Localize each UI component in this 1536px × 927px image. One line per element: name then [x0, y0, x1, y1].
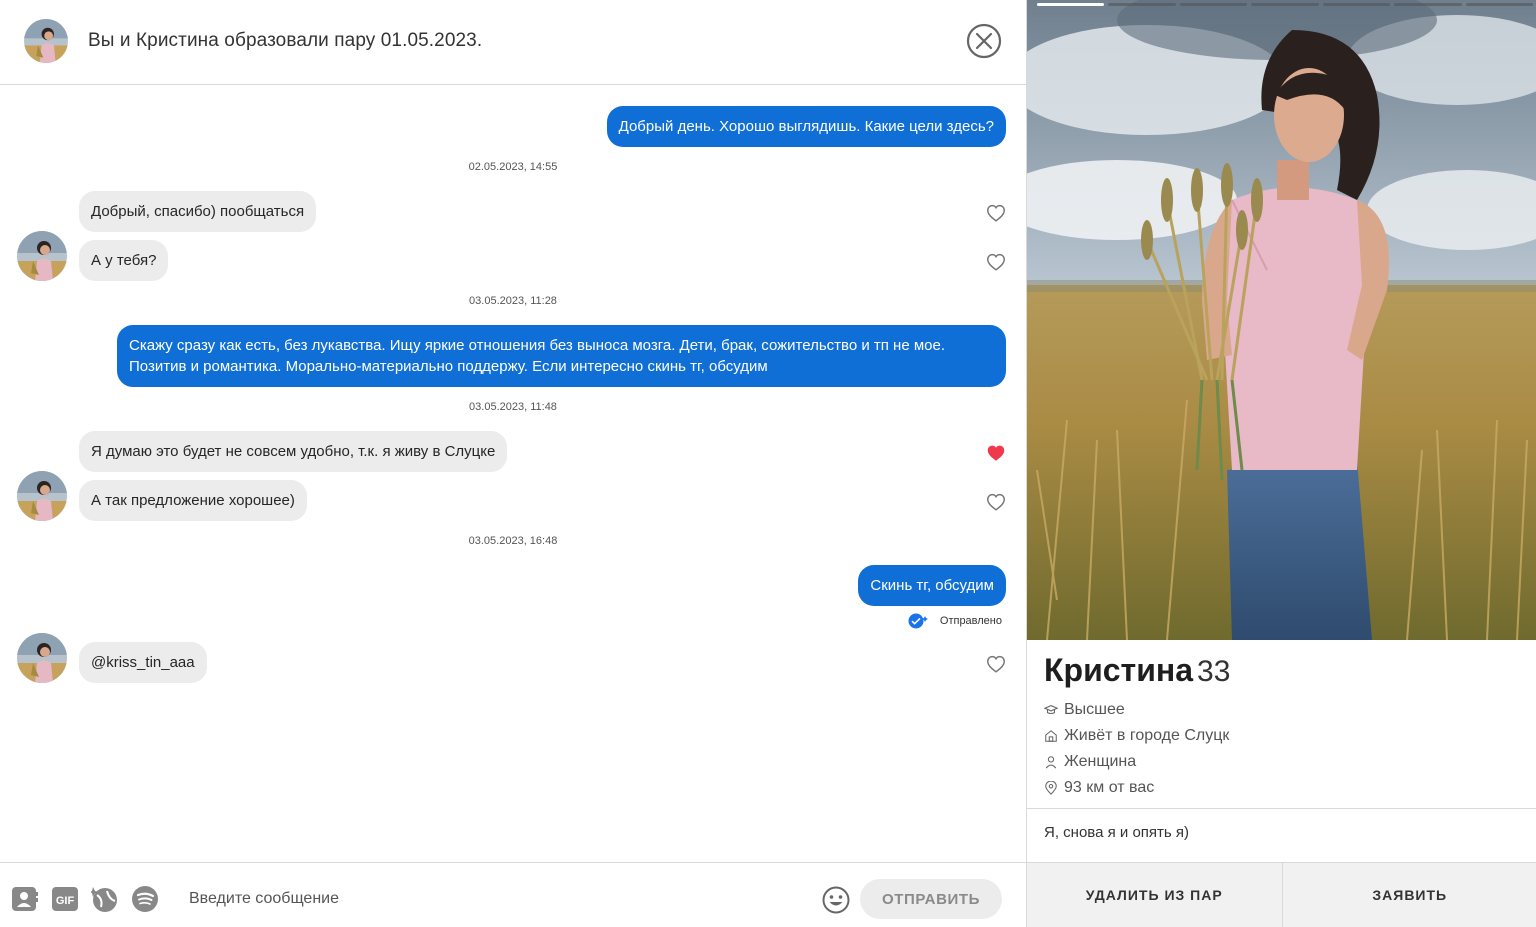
incoming-message[interactable]: Добрый, спасибо) пообщаться: [79, 191, 317, 232]
match-avatar[interactable]: [17, 633, 67, 683]
like-heart-icon[interactable]: [985, 251, 1007, 273]
photo-progress-segment[interactable]: [1465, 3, 1533, 6]
photo-progress-segment[interactable]: [1108, 3, 1176, 6]
delivery-status: Отправлено: [908, 613, 1002, 629]
profile-bio: Я, снова я и опять я): [1044, 824, 1189, 841]
profile-name: Кристина: [1044, 652, 1194, 688]
message-list[interactable]: Добрый день. Хорошо выглядишь. Какие цел…: [0, 86, 1026, 862]
timestamp: 02.05.2023, 14:55: [468, 161, 558, 173]
graduation-cap-icon: [1044, 705, 1058, 715]
outgoing-message[interactable]: Скинь тг, обсудим: [858, 565, 1006, 606]
profile-name-line: Кристина 33: [1044, 652, 1230, 689]
home-icon: [1045, 730, 1057, 742]
city-text: Живёт в городе Слуцк: [1064, 727, 1230, 744]
like-heart-icon[interactable]: [985, 653, 1007, 675]
timestamp: 03.05.2023, 16:48: [468, 535, 558, 547]
like-heart-icon[interactable]: [985, 491, 1007, 513]
education-text: Высшее: [1064, 701, 1125, 718]
timestamp: 03.05.2023, 11:28: [469, 295, 557, 307]
match-avatar[interactable]: [17, 231, 67, 281]
svg-text:GIF: GIF: [56, 895, 75, 907]
send-button[interactable]: ОТПРАВИТЬ: [860, 879, 1002, 919]
photo-progress-segment[interactable]: [1322, 3, 1391, 6]
chat-header: Вы и Кристина образовали пару 01.05.2023…: [0, 0, 1026, 85]
gender-text: Женщина: [1064, 753, 1137, 770]
incoming-message[interactable]: А так предложение хорошее): [79, 480, 307, 521]
incoming-message[interactable]: А у тебя?: [79, 240, 169, 281]
gender-row: Женщина: [1044, 753, 1136, 771]
education-row: Высшее: [1044, 701, 1125, 719]
timestamp: 03.05.2023, 11:48: [469, 401, 557, 413]
status-text: Отправлено: [939, 615, 1002, 627]
outgoing-message[interactable]: Скажу сразу как есть, без лукавства. Ищу…: [117, 325, 1006, 387]
message-input[interactable]: [180, 881, 800, 917]
distance-text: 93 км от вас: [1064, 779, 1155, 796]
chat-panel: Вы и Кристина образовали пару 01.05.2023…: [0, 0, 1026, 927]
match-title: Вы и Кристина образовали пару 01.05.2023…: [88, 30, 483, 51]
like-heart-icon[interactable]: [985, 202, 1007, 224]
photo-progress: [1037, 3, 1533, 7]
message-composer: GIF Введите сообщение ОТПРАВИТЬ: [0, 862, 1026, 927]
profile-age: 33: [1197, 655, 1231, 688]
distance-row: 93 км от вас: [1044, 779, 1154, 797]
person-icon: [1045, 756, 1057, 769]
photo-progress-segment[interactable]: [1394, 3, 1462, 6]
incoming-message[interactable]: @kriss_tin_aaa: [79, 642, 207, 683]
remove-match-button[interactable]: УДАЛИТЬ ИЗ ПАР: [1027, 863, 1282, 927]
emoji-icon[interactable]: [821, 885, 851, 915]
contact-card-icon[interactable]: [11, 885, 39, 913]
profile-photo[interactable]: [1027, 0, 1536, 640]
incoming-message[interactable]: Я думаю это будет не совсем удобно, т.к.…: [79, 431, 508, 472]
location-pin-icon: [1045, 781, 1057, 795]
photo-progress-segment[interactable]: [1251, 3, 1319, 6]
divider: [1027, 808, 1536, 809]
gif-icon[interactable]: GIF: [51, 885, 79, 913]
profile-panel: Кристина 33 Высшее Живёт в городе Слуцк Ж…: [1026, 0, 1536, 927]
profile-actions: УДАЛИТЬ ИЗ ПАР ЗАЯВИТЬ: [1027, 862, 1536, 927]
report-button[interactable]: ЗАЯВИТЬ: [1281, 863, 1536, 927]
sent-check-icon: [908, 613, 928, 629]
match-avatar[interactable]: [24, 19, 68, 63]
sticker-icon[interactable]: [89, 885, 119, 913]
photo-progress-segment[interactable]: [1037, 3, 1105, 6]
outgoing-message[interactable]: Добрый день. Хорошо выглядишь. Какие цел…: [606, 106, 1006, 147]
photo-progress-segment[interactable]: [1179, 3, 1248, 6]
spotify-icon[interactable]: [131, 885, 159, 913]
city-row: Живёт в городе Слуцк: [1044, 727, 1229, 745]
liked-heart-icon[interactable]: [985, 442, 1007, 464]
match-avatar[interactable]: [17, 471, 67, 521]
close-icon[interactable]: [966, 23, 1002, 59]
